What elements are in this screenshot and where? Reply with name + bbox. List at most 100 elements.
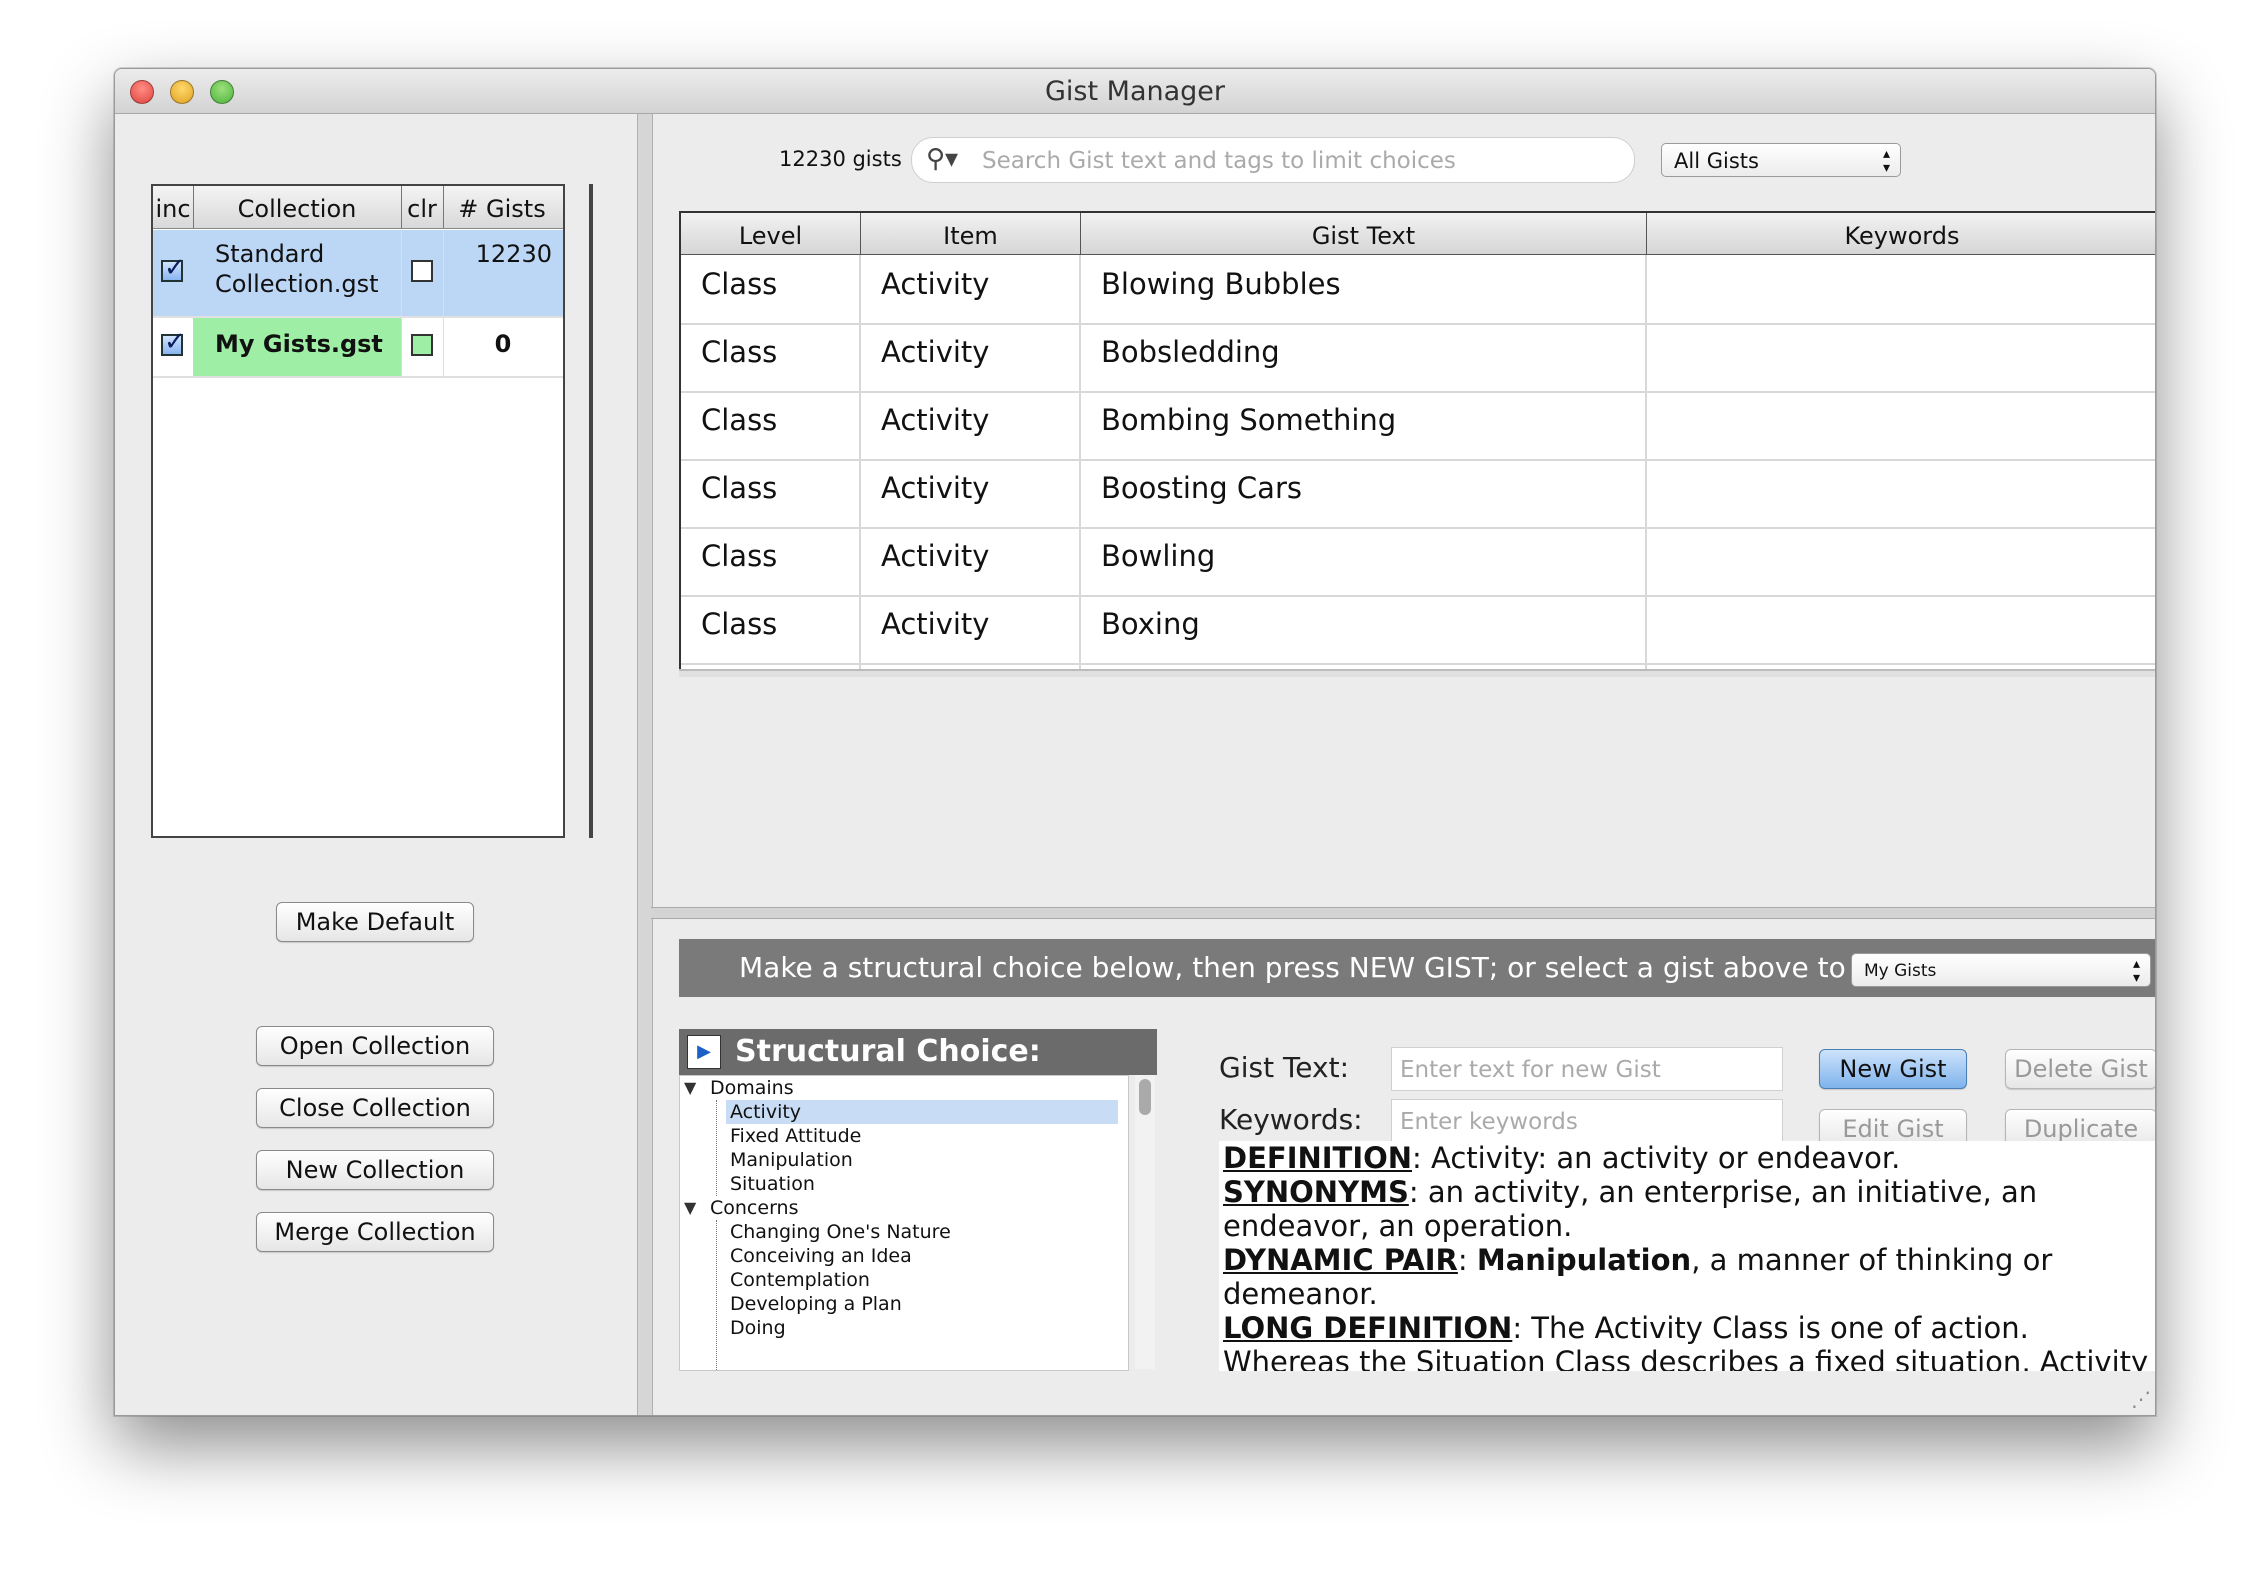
tree-node-concern-item[interactable]: Conceiving an Idea	[730, 1244, 912, 1268]
tree-node-concerns[interactable]: Concerns	[710, 1196, 799, 1220]
tree-node-domain-item[interactable]: Activity	[726, 1100, 1118, 1124]
open-collection-button[interactable]: Open Collection	[256, 1026, 494, 1066]
tree-node-concern-item[interactable]: Changing One's Nature	[730, 1220, 951, 1244]
clear-checkbox[interactable]	[411, 334, 433, 356]
dynamic-pair-key: DYNAMIC PAIR	[1223, 1243, 1458, 1277]
tree-scroll-thumb[interactable]	[1139, 1079, 1151, 1115]
keywords-input[interactable]	[1392, 1100, 1792, 1144]
tree-node-concern-item[interactable]: Developing a Plan	[730, 1292, 902, 1316]
resize-grip-icon[interactable]: ⋰	[2131, 1387, 2151, 1411]
col-header-keywords[interactable]: Keywords	[1647, 213, 2155, 255]
search-field[interactable]: ⚲▾	[911, 137, 1635, 184]
vertical-splitter[interactable]	[637, 114, 653, 1415]
gist-table-bottom	[679, 669, 2155, 677]
long-definition-key: LONG DEFINITION	[1223, 1311, 1513, 1345]
target-collection-select[interactable]: My Gists ▴ ▾	[1851, 953, 2151, 987]
collection-row[interactable]: Standard Collection.gst 12230	[153, 230, 563, 318]
collections-table-header: inc Collection clr # Gists	[153, 186, 563, 229]
close-window-button[interactable]	[130, 80, 154, 104]
tree-node-concern-item[interactable]: Doing	[730, 1316, 786, 1340]
collection-row[interactable]: My Gists.gst 0	[153, 318, 563, 378]
gist-level-cell: Class	[681, 595, 861, 663]
collections-scrollbar[interactable]	[589, 184, 593, 838]
gist-count: 12230	[475, 240, 552, 268]
gist-text-cell: Bowling	[1081, 527, 1647, 595]
table-row[interactable]: Class Activity Bowling	[681, 527, 2155, 597]
table-row[interactable]: Class Activity Boosting Cars	[681, 459, 2155, 529]
gist-item-cell: Activity	[861, 255, 1081, 323]
gist-keywords-cell	[1647, 527, 2155, 595]
definition-line: DEFINITION: Activity: an activity or end…	[1223, 1141, 2155, 1175]
new-collection-button[interactable]: New Collection	[256, 1150, 494, 1190]
gist-level-cell: Class	[681, 459, 861, 527]
search-icon[interactable]: ⚲▾	[926, 144, 958, 174]
gist-item-cell: Activity	[861, 391, 1081, 459]
col-header-gist-text[interactable]: Gist Text	[1081, 213, 1647, 255]
tree-node-domain-item[interactable]: Situation	[730, 1172, 815, 1196]
instruction-text: Make a structural choice below, then pre…	[739, 951, 1890, 984]
gist-text-field[interactable]	[1391, 1047, 1792, 1092]
include-checkbox[interactable]	[161, 253, 186, 283]
col-header-gists[interactable]: # Gists	[443, 186, 561, 228]
gist-item-cell: Activity	[861, 323, 1081, 391]
synonyms-line: SYNONYMS: an activity, an enterprise, an…	[1223, 1175, 2155, 1243]
tree-node-concern-item[interactable]: Contemplation	[730, 1268, 870, 1292]
collection-name-line2: Collection.gst	[215, 270, 379, 298]
table-row[interactable]: Class Activity Blowing Bubbles	[681, 255, 2155, 325]
merge-collection-button[interactable]: Merge Collection	[256, 1212, 494, 1252]
col-header-collection[interactable]: Collection	[193, 186, 402, 228]
gist-text-cell: Boosting Cars	[1081, 459, 1647, 527]
tree-scrollbar[interactable]	[1135, 1075, 1155, 1369]
gist-keywords-cell	[1647, 323, 2155, 391]
col-header-clr[interactable]: clr	[401, 186, 444, 228]
dynamic-pair-separator: :	[1457, 1243, 1477, 1277]
dynamic-pair-line: DYNAMIC PAIR: Manipulation, a manner of …	[1223, 1243, 2155, 1311]
structural-choice-panel: ▶ Structural Choice: ▼ Domains Activity F…	[679, 1029, 1157, 1371]
gist-item-cell: Activity	[861, 459, 1081, 527]
table-row[interactable]: Class Activity Bobsledding	[681, 323, 2155, 393]
collections-table: inc Collection clr # Gists Standard Coll…	[151, 184, 565, 838]
new-gist-button[interactable]: New Gist	[1819, 1049, 1967, 1089]
dynamic-pair-value: Manipulation	[1476, 1243, 1692, 1277]
tree-connector	[716, 1100, 717, 1196]
target-collection-value: My Gists	[1864, 961, 1937, 981]
gist-table: Level Item Gist Text Keywords Class Activ…	[679, 211, 2155, 671]
col-header-level[interactable]: Level	[681, 213, 861, 255]
col-header-item[interactable]: Item	[861, 213, 1081, 255]
delete-gist-button[interactable]: Delete Gist	[2005, 1049, 2155, 1089]
search-input[interactable]	[980, 138, 1624, 184]
clear-checkbox[interactable]	[411, 260, 433, 282]
gist-text-cell: Blowing Bubbles	[1081, 255, 1647, 323]
disclosure-triangle-icon[interactable]: ▼	[684, 1198, 696, 1217]
gist-item-cell: Activity	[861, 527, 1081, 595]
include-checkbox[interactable]	[161, 327, 186, 357]
gist-count-cell: 12230	[443, 230, 562, 316]
collections-pane: inc Collection clr # Gists Standard Coll…	[115, 114, 637, 1415]
close-collection-button[interactable]: Close Collection	[256, 1088, 494, 1128]
tree-node-domain-item[interactable]: Fixed Attitude	[730, 1124, 861, 1148]
gist-level-cell: Class	[681, 527, 861, 595]
gist-text-input[interactable]	[1392, 1048, 1792, 1092]
horizontal-splitter[interactable]	[651, 907, 2155, 919]
col-header-inc[interactable]: inc	[153, 186, 194, 228]
gist-level-cell: Class	[681, 391, 861, 459]
window-title: Gist Manager	[1044, 76, 1225, 107]
disclosure-triangle-icon[interactable]: ▼	[684, 1078, 696, 1097]
minimize-window-button[interactable]	[170, 80, 194, 104]
gist-keywords-cell	[1647, 391, 2155, 459]
gist-keywords-cell	[1647, 255, 2155, 323]
gist-text-cell: Boxing	[1081, 595, 1647, 663]
zoom-window-button[interactable]	[210, 80, 234, 104]
title-bar[interactable]: Gist Manager	[115, 69, 2155, 114]
gist-count-cell: 0	[443, 318, 562, 376]
tree-node-domains[interactable]: Domains	[710, 1076, 794, 1100]
gist-keywords-cell	[1647, 459, 2155, 527]
collection-name-line1: Standard	[215, 240, 325, 268]
keywords-field[interactable]	[1391, 1099, 1792, 1144]
tree-node-domain-item[interactable]: Manipulation	[730, 1148, 853, 1172]
table-row[interactable]: Class Activity Boxing	[681, 595, 2155, 665]
table-row[interactable]: Class Activity Bombing Something	[681, 391, 2155, 461]
make-default-button[interactable]: Make Default	[276, 902, 474, 942]
gist-filter-select[interactable]: All Gists ▴ ▾	[1661, 143, 1901, 177]
collection-name-cell: Standard Collection.gst	[193, 230, 402, 316]
